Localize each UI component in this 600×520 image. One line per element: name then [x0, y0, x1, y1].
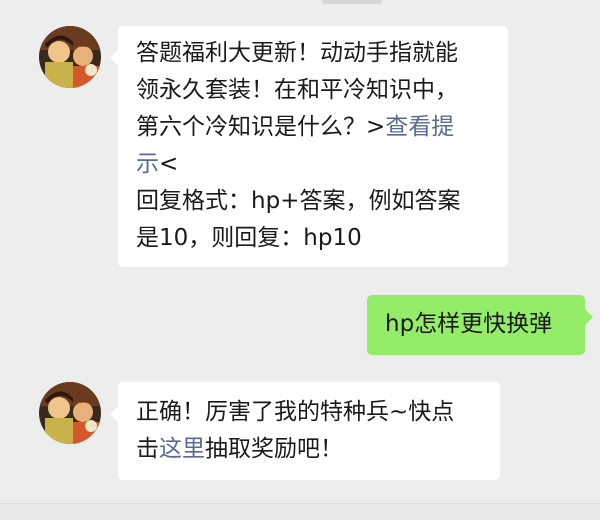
- message-text: 击: [136, 436, 159, 462]
- message-line: 击这里抽取奖励吧！: [136, 431, 486, 468]
- game-character-avatar-icon: [39, 26, 101, 88]
- message-bubble-outgoing[interactable]: hp怎样更快换弹: [367, 295, 593, 355]
- message-line: 领永久套装！在和平冷知识中，: [136, 72, 494, 109]
- view-hint-link[interactable]: 查看提: [385, 114, 454, 140]
- view-hint-link-continued[interactable]: 示: [136, 151, 159, 177]
- message-text: <: [159, 151, 179, 177]
- message-text: hp怎样更快换弹: [385, 311, 553, 337]
- message-text: 回复格式：hp+答案，例如答案: [136, 188, 461, 214]
- claim-reward-link[interactable]: 这里: [159, 436, 205, 462]
- message-line: 答题福利大更新！动动手指就能: [136, 35, 494, 72]
- avatar[interactable]: [39, 382, 101, 444]
- message-line: 回复格式：hp+答案，例如答案: [136, 183, 494, 220]
- message-line: 是10，则回复：hp10: [136, 220, 494, 257]
- message-text: 答题福利大更新！动动手指就能: [136, 40, 458, 66]
- previous-message-edge: [322, 0, 382, 4]
- game-character-avatar-icon: [39, 382, 101, 444]
- message-text: 是10，则回复：hp10: [136, 225, 362, 251]
- message-bubble[interactable]: 答题福利大更新！动动手指就能 领永久套装！在和平冷知识中， 第六个冷知识是什么？…: [110, 26, 508, 267]
- message-bubble[interactable]: 正确！厉害了我的特种兵~快点 击这里抽取奖励吧！: [110, 382, 500, 480]
- message-line: 第六个冷知识是什么？>查看提: [136, 109, 494, 146]
- message-text: 领永久套装！在和平冷知识中，: [136, 77, 458, 103]
- message-text: 抽取奖励吧！: [205, 436, 343, 462]
- message-text: 正确！厉害了我的特种兵~快点: [136, 399, 455, 425]
- avatar[interactable]: [39, 26, 101, 88]
- message-text: 第六个冷知识是什么？>: [136, 114, 386, 140]
- message-line: 示<: [136, 146, 494, 183]
- input-bar-edge: [0, 503, 600, 520]
- message-line: 正确！厉害了我的特种兵~快点: [136, 394, 486, 431]
